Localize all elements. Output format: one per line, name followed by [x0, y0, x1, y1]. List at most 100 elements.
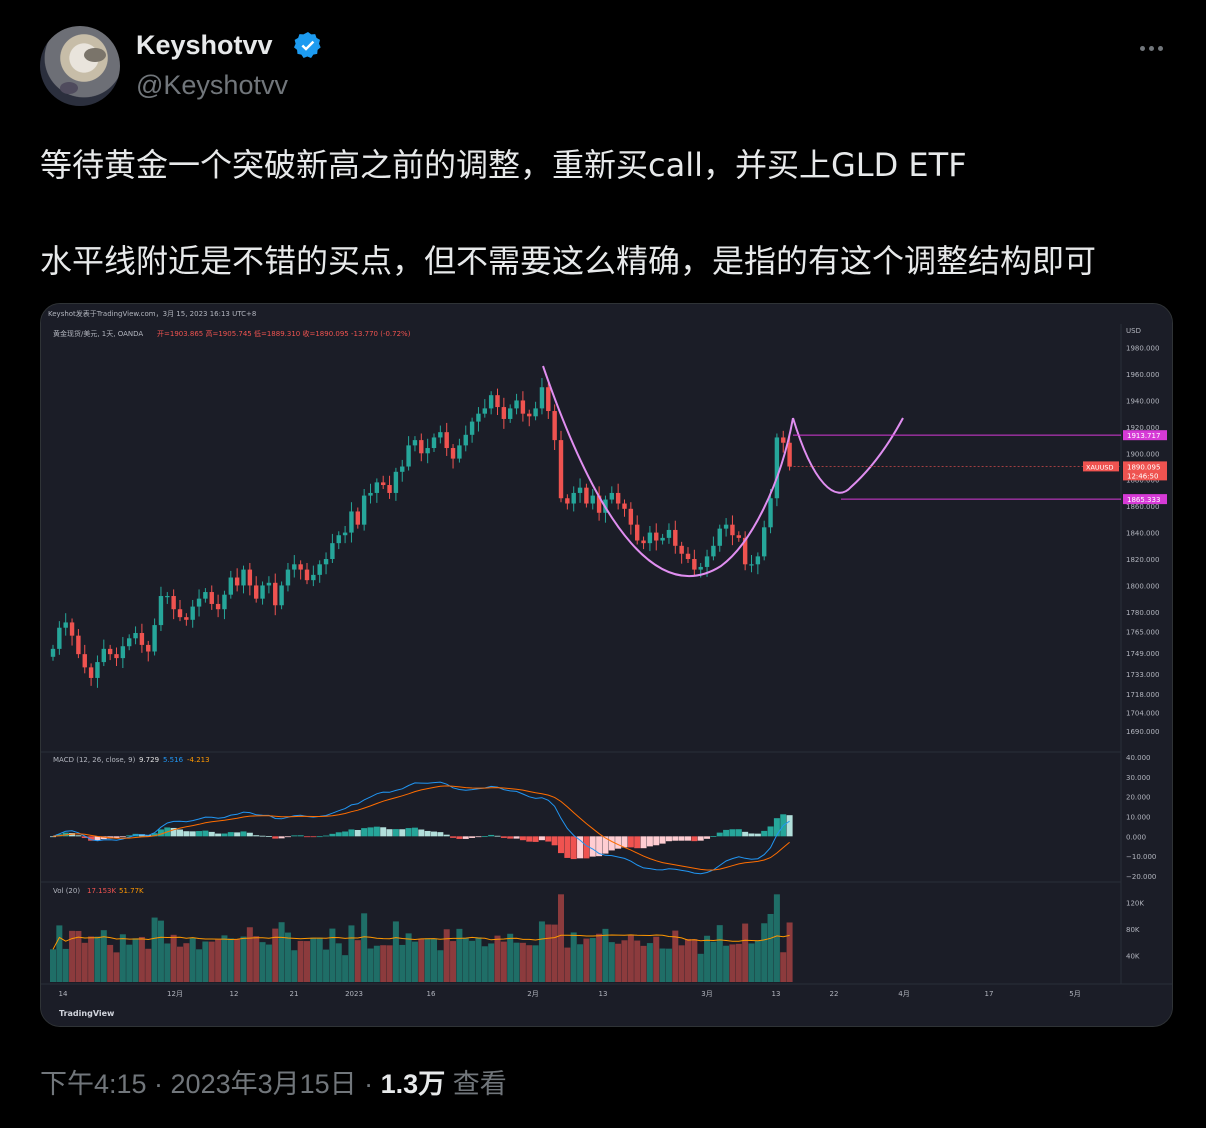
candle-body [241, 569, 246, 586]
volume-bar [608, 942, 615, 982]
macd-histogram-bar [723, 829, 730, 837]
macd-histogram-bar [754, 833, 761, 837]
macd-histogram-bar [291, 835, 298, 837]
candle-body [730, 524, 735, 536]
more-options-icon[interactable] [1140, 36, 1170, 56]
candle-body [95, 662, 100, 678]
candle-body [508, 408, 513, 419]
volume-bar [164, 943, 171, 982]
time-axis-label: 12月 [167, 990, 183, 998]
macd-histogram-bar [710, 836, 717, 838]
macd-value: 9.729 [139, 756, 159, 764]
candle-body [412, 440, 418, 446]
countdown-tag-label: 12:46:50 [1127, 472, 1158, 480]
volume-bar [291, 950, 298, 982]
candle-body [120, 646, 126, 659]
candle-body [127, 638, 132, 647]
candle-body [114, 654, 119, 659]
candle-body [673, 529, 678, 546]
candle-body [393, 471, 399, 493]
volume-bar [126, 944, 133, 982]
macd-histogram-bar [411, 827, 418, 837]
candle-body [311, 574, 316, 581]
candle-body [660, 537, 665, 541]
time-axis-label: 2023 [345, 990, 363, 998]
volume-bar [754, 940, 761, 982]
candle-body [787, 442, 792, 467]
volume-bar [335, 943, 342, 982]
candle-body [647, 532, 653, 544]
candle-body [133, 633, 138, 639]
tradingview-logo: TradingView [59, 1009, 115, 1018]
candle-body [641, 540, 646, 544]
macd-histogram-bar [475, 836, 482, 838]
candle-body [215, 603, 221, 610]
vol-ma-value: 51.77K [119, 887, 144, 895]
macd-histogram-bar [742, 831, 749, 837]
volume-bar [513, 942, 520, 982]
macd-histogram-bar [234, 832, 241, 837]
volume-bar [685, 938, 691, 982]
price-tick-label: 1980.000 [1126, 345, 1159, 353]
candle-body [228, 577, 233, 595]
chart-image[interactable]: 1980.000 1960.000 1940.000 1920.000 1900.000… [40, 303, 1173, 1027]
macd-histogram-bar [761, 830, 768, 837]
volume-bar [558, 894, 564, 982]
volume-bar [132, 938, 139, 982]
volume-bar [196, 949, 203, 982]
candle-body [755, 556, 761, 565]
volume-bar [519, 942, 526, 982]
display-name[interactable]: Keyshotvv [136, 30, 273, 61]
currency-label: USD [1126, 327, 1141, 335]
candle-body [400, 466, 405, 472]
time-axis-label: 21 [290, 990, 299, 998]
candle-body [431, 437, 437, 449]
macd-histogram-bar [513, 836, 520, 839]
candle-body [196, 598, 202, 607]
volume-bar [50, 949, 56, 982]
candle-body [698, 566, 703, 570]
volume-bar [526, 945, 533, 982]
macd-histogram-bar [443, 834, 450, 837]
vol-tick-label: 40K [1126, 952, 1140, 960]
macd-histogram-bar [259, 835, 266, 837]
price-tick-label: 1718.000 [1126, 691, 1159, 699]
macd-histogram-bar [589, 836, 596, 857]
candle-body [266, 582, 272, 586]
candle-body [438, 432, 443, 438]
volume-bar [583, 938, 590, 982]
avatar[interactable] [40, 26, 120, 106]
candle-body [139, 633, 145, 645]
macd-histogram-bar [75, 835, 82, 837]
macd-histogram-bar [729, 829, 736, 837]
volume-bar [646, 943, 653, 982]
volume-bar [773, 894, 780, 982]
candle-body [69, 622, 75, 636]
vol-value: 17.153K [87, 887, 116, 895]
timestamp[interactable]: 下午4:15 · 2023年3月15日 · [40, 1069, 381, 1099]
time-axis-label: 14 [59, 990, 68, 998]
volume-bar [145, 948, 152, 982]
volume-bar [469, 940, 476, 982]
candle-body [317, 564, 322, 575]
macd-histogram-bar [253, 835, 260, 837]
volume-bar [316, 937, 323, 982]
macd-histogram-bar [392, 829, 399, 837]
macd-histogram-bar [119, 836, 126, 838]
time-axis-label: 22 [830, 990, 839, 998]
candle-body [533, 408, 538, 417]
volume-bar [424, 938, 431, 982]
volume-bar [411, 941, 418, 982]
volume-bar [310, 937, 317, 982]
candle-body [50, 648, 56, 657]
macd-label: MACD (12, 26, close, 9) [53, 756, 136, 764]
candle-body [539, 387, 545, 409]
candle-body [635, 524, 640, 541]
volume-bar [551, 924, 558, 982]
handle[interactable]: @Keyshotvv [136, 70, 288, 101]
time-axis-label: 5月 [1069, 990, 1080, 998]
volume-bar [399, 944, 406, 982]
volume-bar [450, 941, 457, 982]
candle-body [222, 594, 227, 610]
candle-body [209, 592, 214, 604]
